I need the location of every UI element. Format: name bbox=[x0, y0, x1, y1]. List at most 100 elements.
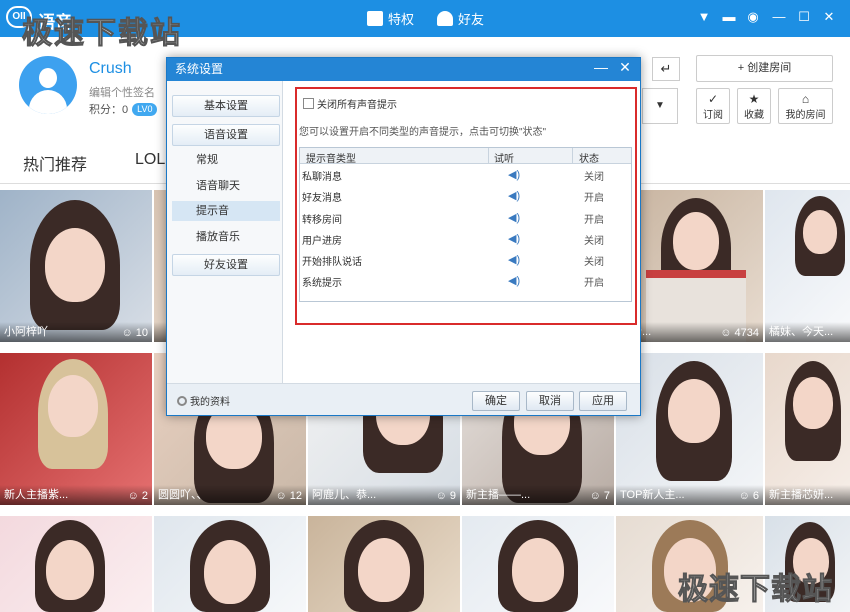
close-icon[interactable]: ✕ bbox=[822, 10, 836, 24]
table-row[interactable]: 用户进房 ◀) 关闭 bbox=[300, 228, 631, 249]
category-voice[interactable]: 语音设置 bbox=[172, 124, 280, 146]
minimize-icon[interactable]: — bbox=[590, 58, 612, 78]
viewer-count: ☺ 10 bbox=[121, 327, 148, 339]
room-tile[interactable] bbox=[308, 516, 460, 612]
avatar-head bbox=[39, 68, 57, 88]
tile-name: 阿鹿儿、恭... bbox=[312, 489, 377, 501]
viewer-count: ☺ 6 bbox=[738, 490, 759, 502]
enter-icon[interactable]: ↵ bbox=[652, 57, 680, 81]
tab-lol[interactable]: LOL bbox=[135, 151, 165, 169]
mute-all-checkbox[interactable]: 关闭所有声音提示 bbox=[303, 96, 397, 111]
avatar-body bbox=[29, 90, 67, 114]
avatar[interactable] bbox=[19, 56, 77, 114]
viewer-count: ☺ 7 bbox=[589, 490, 610, 502]
mute-all-label: 关闭所有声音提示 bbox=[317, 100, 397, 111]
person-icon bbox=[437, 11, 453, 26]
room-tile[interactable]: 新主播芯妍... bbox=[765, 353, 850, 505]
gear-icon bbox=[177, 395, 187, 406]
ok-button[interactable]: 确定 bbox=[472, 391, 520, 411]
tile-face bbox=[803, 210, 837, 254]
sound-state[interactable]: 关闭 bbox=[584, 232, 604, 247]
dialog-title: 系统设置 bbox=[175, 62, 224, 76]
tile-face bbox=[45, 228, 105, 302]
star-icon: ★ bbox=[748, 92, 760, 106]
watermark: 极速下载站 bbox=[22, 16, 182, 52]
room-tile[interactable] bbox=[154, 516, 306, 612]
sidebar-item-notify-sound[interactable]: 提示音 bbox=[172, 201, 280, 221]
room-tile[interactable] bbox=[462, 516, 614, 612]
viewer-count: ☺ 12 bbox=[275, 490, 302, 502]
sound-table: 提示音类型 试听 状态 私聊消息 ◀) 关闭 好友消息 ◀) 开启 转移房间 ◀… bbox=[299, 147, 632, 302]
table-row[interactable]: 系统提示 ◀) 开启 bbox=[300, 270, 631, 291]
room-tile[interactable]: 小阿梓吖 ☺ 10 bbox=[0, 190, 152, 342]
nav-privilege[interactable]: 特权 bbox=[367, 9, 414, 28]
system-settings-dialog: 系统设置 — ✕ 基本设置 语音设置 常规 语音聊天 提示音 播放音乐 好友设置… bbox=[166, 57, 641, 416]
create-room-button[interactable]: + 创建房间 bbox=[696, 55, 833, 82]
sound-state[interactable]: 关闭 bbox=[584, 253, 604, 268]
cancel-button[interactable]: 取消 bbox=[526, 391, 574, 411]
sound-type: 系统提示 bbox=[302, 278, 342, 290]
table-row[interactable]: 开始排队说话 ◀) 关闭 bbox=[300, 249, 631, 270]
chevron-down-icon[interactable]: ▼ bbox=[642, 88, 678, 124]
my-profile-label: 我的资料 bbox=[190, 397, 230, 408]
apply-button[interactable]: 应用 bbox=[579, 391, 627, 411]
shirt-icon[interactable]: ▼ bbox=[697, 10, 711, 24]
checkbox-icon[interactable] bbox=[303, 98, 314, 109]
close-icon[interactable]: ✕ bbox=[614, 58, 636, 78]
minimize-icon[interactable]: — bbox=[772, 10, 786, 24]
col-divider bbox=[572, 148, 573, 164]
room-tile[interactable] bbox=[0, 516, 152, 612]
speaker-icon[interactable]: ◀) bbox=[508, 253, 520, 266]
category-basic[interactable]: 基本设置 bbox=[172, 95, 280, 117]
category-friends[interactable]: 好友设置 bbox=[172, 254, 280, 276]
sound-state[interactable]: 开启 bbox=[584, 211, 604, 226]
room-tile[interactable]: 橘妹、今天... bbox=[765, 190, 850, 342]
speaker-icon[interactable]: ◀) bbox=[508, 232, 520, 245]
viewer-count: ☺ 4734 bbox=[720, 327, 759, 339]
hint-text: 您可以设置开启不同类型的声音提示，点击可切换"状态" bbox=[299, 127, 547, 138]
maximize-icon[interactable]: ☐ bbox=[797, 10, 811, 24]
tab-hot[interactable]: 热门推荐 bbox=[23, 151, 87, 175]
title-bar: OII 语音 极速下载站 特权 好友 ▼ ▬ ◉ — ☐ ✕ bbox=[0, 0, 850, 52]
points-row: 积分：0 LV0 bbox=[89, 101, 158, 117]
sidebar-item-play-music[interactable]: 播放音乐 bbox=[172, 227, 280, 247]
message-icon[interactable]: ▬ bbox=[722, 10, 736, 24]
settings-icon[interactable]: ◉ bbox=[746, 10, 760, 24]
my-room-button[interactable]: ⌂ 我的房间 bbox=[778, 88, 833, 124]
subscribe-button[interactable]: ✓ 订阅 bbox=[696, 88, 730, 124]
tile-face bbox=[48, 375, 98, 437]
table-row[interactable]: 私聊消息 ◀) 关闭 bbox=[300, 164, 631, 185]
sound-state[interactable]: 开启 bbox=[584, 189, 604, 204]
table-row[interactable]: 转移房间 ◀) 开启 bbox=[300, 207, 631, 228]
signature-edit[interactable]: 编辑个性签名 bbox=[89, 84, 155, 100]
home-icon: ⌂ bbox=[801, 92, 810, 106]
sidebar-item-voice-chat[interactable]: 语音聊天 bbox=[172, 176, 280, 196]
speaker-icon[interactable]: ◀) bbox=[508, 189, 520, 202]
username[interactable]: Crush bbox=[89, 60, 132, 78]
gift-icon bbox=[367, 11, 383, 26]
points-label: 积分：0 bbox=[89, 104, 129, 116]
dialog-title-bar[interactable]: 系统设置 — ✕ bbox=[167, 58, 640, 81]
nav-friends-label: 好友 bbox=[458, 12, 485, 27]
my-profile-link[interactable]: 我的资料 bbox=[177, 393, 230, 408]
speaker-icon[interactable]: ◀) bbox=[508, 211, 520, 224]
sound-state[interactable]: 关闭 bbox=[584, 168, 604, 183]
speaker-icon[interactable]: ◀) bbox=[508, 274, 520, 287]
favorites-button[interactable]: ★ 收藏 bbox=[737, 88, 771, 124]
tile-face bbox=[204, 540, 256, 604]
sound-type: 好友消息 bbox=[302, 193, 342, 205]
viewer-count: ☺ 2 bbox=[127, 490, 148, 502]
table-row[interactable]: 好友消息 ◀) 开启 bbox=[300, 185, 631, 206]
nav-friends[interactable]: 好友 bbox=[437, 9, 484, 28]
col-state: 状态 bbox=[579, 154, 599, 165]
speaker-icon[interactable]: ◀) bbox=[508, 168, 520, 181]
sound-type: 转移房间 bbox=[302, 214, 342, 226]
col-type: 提示音类型 bbox=[306, 154, 356, 165]
sound-type: 私聊消息 bbox=[302, 172, 342, 183]
favorites-label: 收藏 bbox=[744, 110, 764, 121]
notify-sound-panel: 关闭所有声音提示 您可以设置开启不同类型的声音提示，点击可切换"状态" 提示音类… bbox=[295, 87, 637, 325]
room-tile[interactable]: 新人主播紫... ☺ 2 bbox=[0, 353, 152, 505]
sound-type: 开始排队说话 bbox=[302, 257, 362, 269]
sidebar-item-general[interactable]: 常规 bbox=[172, 150, 280, 170]
sound-state[interactable]: 开启 bbox=[584, 274, 604, 289]
